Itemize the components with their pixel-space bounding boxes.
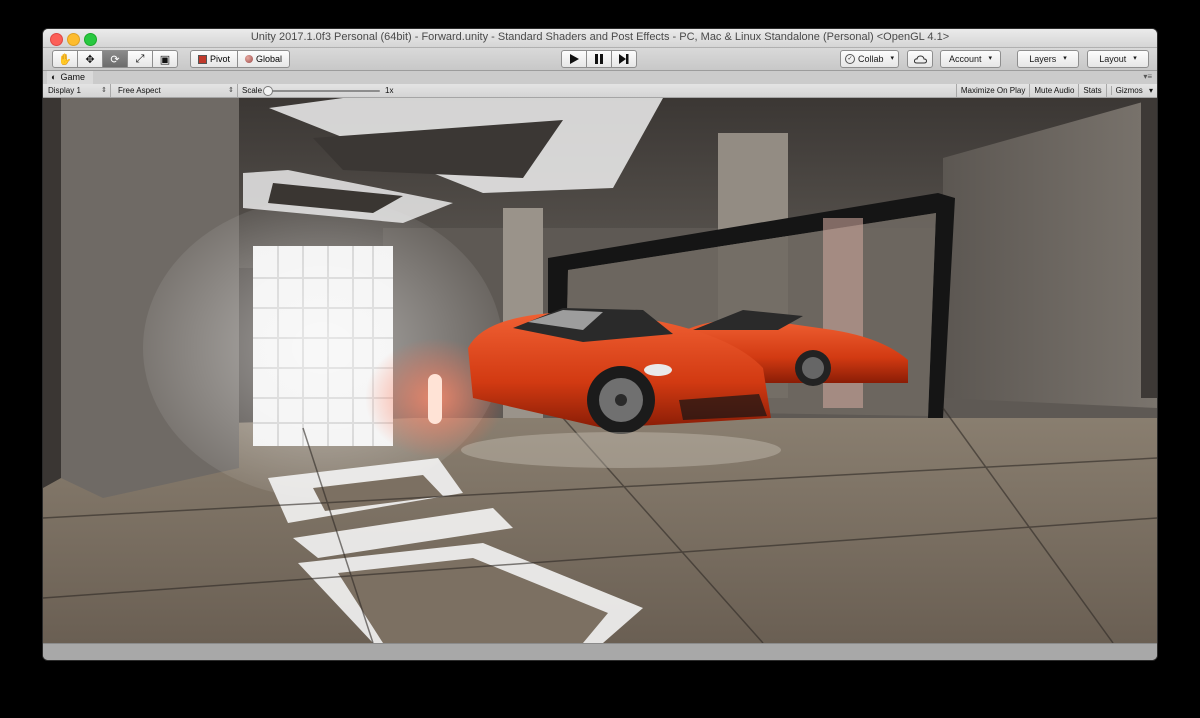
account-dropdown[interactable]: Account ▾: [940, 50, 1001, 68]
game-tab-bar: ◐ Game ▾≡: [43, 71, 1157, 84]
display-label: Display 1: [48, 86, 81, 95]
stats-toggle[interactable]: Stats: [1078, 84, 1105, 97]
account-label: Account: [948, 54, 982, 64]
collab-label: Collab: [857, 54, 884, 64]
updown-arrows-icon: ⇕: [228, 87, 234, 94]
gizmos-dropdown[interactable]: Gizmos ▾: [1105, 84, 1157, 97]
tab-game-label: Game: [60, 72, 85, 82]
globe-icon: [245, 55, 254, 63]
rotate-icon: ⟳: [110, 53, 120, 66]
playback-controls: [561, 50, 637, 68]
transform-tools: ✋ ✥ ⟳ ⤢ ▣: [52, 50, 178, 68]
aspect-select[interactable]: Free Aspect ⇕: [113, 84, 238, 97]
collab-button[interactable]: ✓ Collab ▾: [840, 50, 899, 68]
game-view-toolbar: Display 1 ⇕ Free Aspect ⇕ Scale 1x Maxim…: [43, 84, 1157, 98]
cloud-icon: [913, 54, 927, 63]
game-viewport[interactable]: [43, 98, 1157, 643]
display-select[interactable]: Display 1 ⇕: [43, 84, 111, 97]
step-icon: [619, 54, 629, 64]
layers-dropdown[interactable]: Layers ▾: [1017, 50, 1079, 68]
move-icon: ✥: [85, 53, 95, 66]
main-toolbar: ✋ ✥ ⟳ ⤢ ▣ Pivot Global ✓ Collab ▾ Accoun…: [43, 48, 1157, 71]
tab-game[interactable]: ◐ Game: [47, 71, 93, 84]
chevron-down-icon: ▾: [1063, 55, 1067, 62]
scale-slider-thumb[interactable]: [263, 86, 273, 96]
hand-tool-button[interactable]: ✋: [52, 50, 78, 68]
scale-slider-track[interactable]: [266, 90, 380, 92]
game-controller-icon: ◐: [51, 72, 57, 82]
global-button[interactable]: Global: [238, 50, 291, 68]
unity-window: Unity 2017.1.0f3 Personal (64bit) - Forw…: [43, 29, 1157, 660]
scale-icon: ⤢: [135, 52, 145, 65]
gizmos-label: Gizmos: [1110, 86, 1147, 95]
tab-options-icon[interactable]: ▾≡: [1143, 72, 1152, 81]
play-button[interactable]: [561, 50, 587, 68]
mute-audio-toggle[interactable]: Mute Audio: [1029, 84, 1078, 97]
title-bar: Unity 2017.1.0f3 Personal (64bit) - Forw…: [43, 29, 1157, 48]
layers-label: Layers: [1029, 54, 1057, 64]
scale-label: Scale: [242, 86, 263, 95]
maximize-on-play-toggle[interactable]: Maximize On Play: [955, 84, 1029, 97]
hand-icon: ✋: [58, 53, 72, 66]
chevron-down-icon: ▾: [988, 55, 993, 62]
aspect-label: Free Aspect: [118, 86, 161, 95]
rect-tool-button[interactable]: ▣: [152, 50, 178, 68]
window-title: Unity 2017.1.0f3 Personal (64bit) - Forw…: [250, 31, 950, 43]
rendered-scene: [43, 98, 1157, 643]
rotate-tool-button[interactable]: ⟳: [102, 50, 128, 68]
rect-tool-icon: ▣: [159, 53, 171, 66]
move-tool-button[interactable]: ✥: [77, 50, 103, 68]
chevron-down-icon: ▾: [890, 55, 895, 62]
scale-value: 1x: [385, 86, 394, 95]
chevron-down-icon: ▾: [1133, 55, 1137, 62]
cloud-button[interactable]: [907, 50, 933, 68]
global-label: Global: [256, 54, 283, 64]
layout-label: Layout: [1099, 54, 1127, 64]
pause-button[interactable]: [586, 50, 612, 68]
checkmark-icon: ✓: [844, 54, 855, 64]
pivot-icon: [198, 54, 207, 64]
updown-arrows-icon: ⇕: [101, 87, 107, 94]
scale-tool-button[interactable]: ⤢: [127, 50, 153, 68]
game-view-options: Maximize On Play Mute Audio Stats Gizmos…: [955, 84, 1157, 97]
pivot-button[interactable]: Pivot: [190, 50, 239, 68]
pause-icon: [595, 54, 603, 64]
pivot-label: Pivot: [210, 54, 231, 64]
layout-dropdown[interactable]: Layout ▾: [1087, 50, 1149, 68]
step-button[interactable]: [611, 50, 637, 68]
play-icon: [570, 54, 579, 64]
status-bar: [43, 643, 1157, 660]
pivot-global-toggle: Pivot Global: [190, 50, 291, 68]
